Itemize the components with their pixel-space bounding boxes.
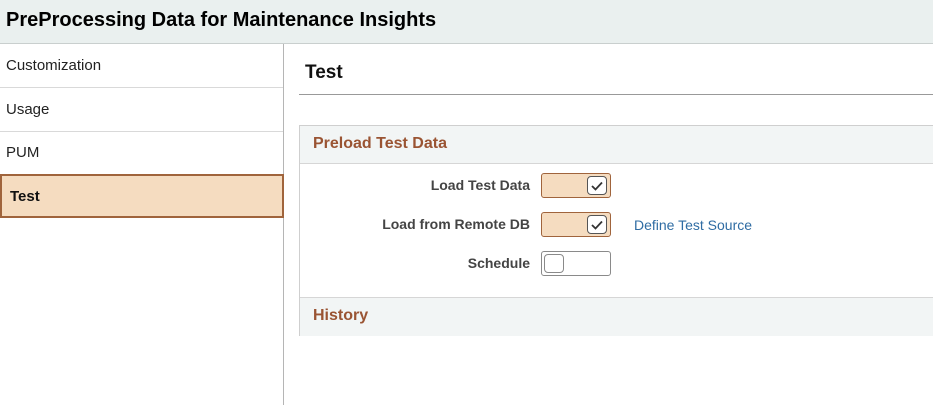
title-divider: [299, 94, 933, 95]
load-test-data-row: Load Test Data: [300, 173, 933, 199]
preload-test-data-panel: Preload Test Data Load Test Data Load fr…: [299, 125, 933, 336]
title-bar: PreProcessing Data for Maintenance Insig…: [0, 0, 933, 44]
define-test-source-link[interactable]: Define Test Source: [634, 217, 752, 233]
sidebar-item-label: Test: [10, 187, 40, 205]
load-test-data-label: Load Test Data: [430, 177, 530, 193]
sidebar-item-test[interactable]: Test: [0, 174, 284, 218]
load-test-data-checkbox[interactable]: [541, 173, 611, 198]
empty-checkbox-icon: [544, 254, 564, 273]
preload-section-title: Preload Test Data: [313, 135, 447, 152]
section-title: Test: [305, 62, 343, 83]
sidebar-item-label: Customization: [6, 57, 102, 74]
sidebar-item-label: Usage: [6, 101, 50, 118]
load-from-remote-db-label: Load from Remote DB: [382, 216, 530, 232]
page-title: PreProcessing Data for Maintenance Insig…: [6, 9, 437, 31]
sidebar-item-label: PUM: [6, 144, 40, 161]
checkmark-icon: [587, 176, 607, 195]
schedule-label: Schedule: [467, 255, 530, 271]
history-section-header[interactable]: History: [300, 297, 933, 336]
sidebar-item-pum[interactable]: PUM: [0, 131, 283, 175]
schedule-row: Schedule: [300, 251, 933, 277]
load-from-remote-db-row: Load from Remote DB Define Test Source: [300, 212, 933, 238]
history-section-title: History: [313, 307, 369, 324]
sidebar: Customization Usage PUM Test: [0, 44, 284, 405]
load-from-remote-db-checkbox[interactable]: [541, 212, 611, 237]
sidebar-item-customization[interactable]: Customization: [0, 44, 283, 88]
schedule-checkbox[interactable]: [541, 251, 611, 276]
main-content: Test Preload Test Data Load Test Data Lo…: [284, 44, 933, 405]
checkmark-icon: [587, 215, 607, 234]
sidebar-item-usage[interactable]: Usage: [0, 88, 283, 132]
preload-section-header[interactable]: Preload Test Data: [300, 126, 933, 164]
